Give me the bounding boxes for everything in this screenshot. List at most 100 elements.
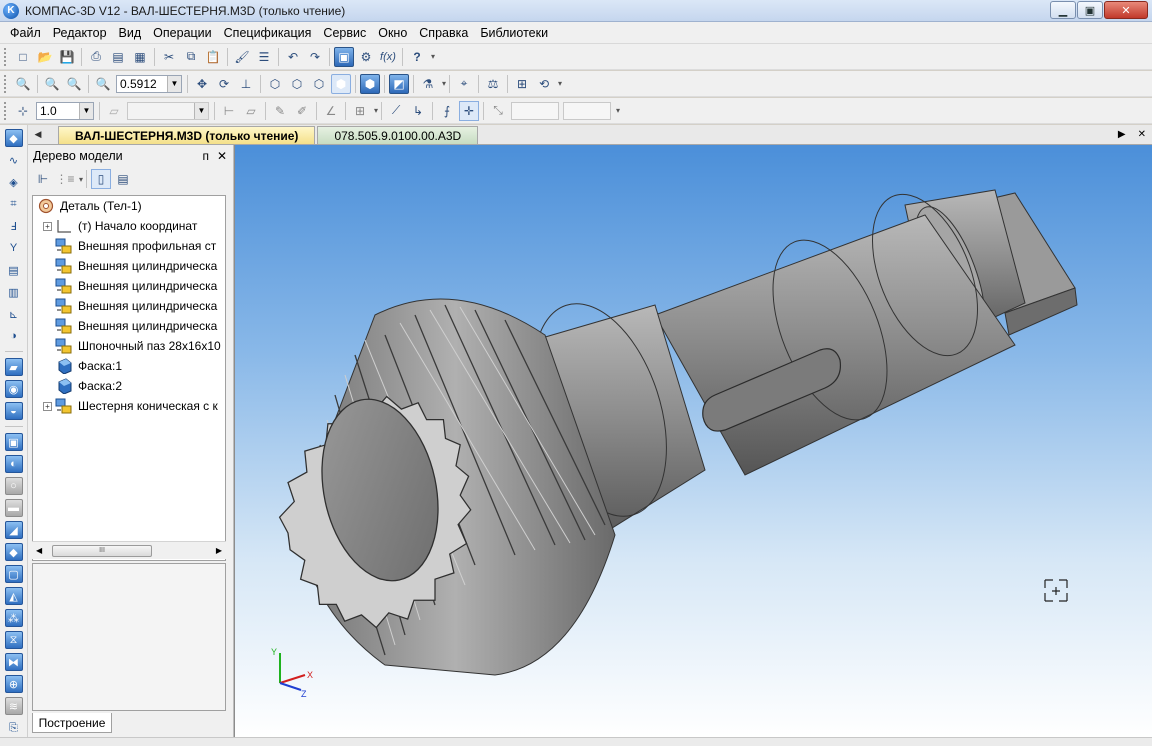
- split-icon[interactable]: ⧓: [4, 653, 23, 671]
- menu-specification[interactable]: Спецификация: [218, 26, 318, 40]
- cut-extrude-icon[interactable]: ◐: [4, 455, 23, 473]
- fillet-icon[interactable]: ◢: [4, 521, 23, 539]
- dimensions-icon[interactable]: Ⅎ: [5, 217, 23, 235]
- shaded-edges-icon[interactable]: ⬢: [360, 73, 380, 94]
- snaps-icon[interactable]: ✛: [459, 100, 480, 121]
- panel-close-icon[interactable]: ✕: [217, 149, 227, 163]
- filter-icon[interactable]: ⚗: [418, 74, 438, 94]
- toolbar-grip[interactable]: [4, 47, 8, 66]
- surfaces-icon[interactable]: ◈: [5, 173, 23, 191]
- print-preview-icon[interactable]: ▤: [108, 47, 128, 67]
- menu-file[interactable]: Файл: [4, 26, 47, 40]
- tree-item[interactable]: + (т) Начало координат: [33, 216, 225, 236]
- model-tree[interactable]: Деталь (Тел-1) + (т) Начало координат Внеш…: [32, 195, 226, 561]
- draft-icon[interactable]: ◭: [4, 587, 23, 605]
- menu-service[interactable]: Сервис: [317, 26, 372, 40]
- zoom-value-combo[interactable]: 0.5912 ▼: [116, 74, 182, 93]
- maximize-button[interactable]: ▣: [1077, 1, 1103, 19]
- format-painter-icon[interactable]: 🖌: [232, 47, 252, 67]
- context-help-icon[interactable]: ?: [407, 47, 427, 67]
- snap-icon[interactable]: ⟋: [386, 101, 406, 121]
- copy-objects-icon[interactable]: ⎘: [5, 719, 23, 737]
- specification-icon[interactable]: ▤: [5, 261, 23, 279]
- tree-structure-icon[interactable]: ⊩: [33, 169, 53, 189]
- wireframe-icon[interactable]: ⬡: [265, 74, 285, 94]
- chevron-down-icon[interactable]: ▾: [374, 106, 378, 115]
- tree-item[interactable]: Внешняя профильная ст: [33, 236, 225, 256]
- save-icon[interactable]: 💾: [57, 47, 77, 67]
- zoom-in-icon[interactable]: 🔍: [42, 74, 62, 94]
- rotate-icon[interactable]: ⟳: [214, 74, 234, 94]
- step-value-combo[interactable]: 1.0 ▼: [36, 101, 94, 120]
- toolbar-grip[interactable]: [4, 101, 8, 120]
- model-viewport[interactable]: Y X Z: [234, 145, 1152, 737]
- tree-mode-icon[interactable]: ⋮≡: [55, 169, 75, 189]
- open-file-icon[interactable]: 📂: [35, 47, 55, 67]
- tab-shaft-gear[interactable]: ВАЛ-ШЕСТЕРНЯ.M3D (только чтение): [58, 126, 316, 144]
- variables-icon[interactable]: ▣: [334, 46, 354, 67]
- zoom-window-icon[interactable]: 🔍: [13, 74, 33, 94]
- expand-icon[interactable]: +: [43, 221, 52, 231]
- measurement-icon[interactable]: ⊾: [5, 305, 23, 323]
- tree-horizontal-scrollbar[interactable]: ◀ III ▶: [32, 541, 226, 559]
- sheet-metal-icon[interactable]: ◑: [5, 327, 23, 345]
- thin-hidden-lines-icon[interactable]: ⬡: [309, 74, 329, 94]
- mirror-icon[interactable]: ⧖: [4, 631, 23, 649]
- pin-icon[interactable]: ᴨ: [202, 149, 209, 163]
- close-button[interactable]: ✕: [1104, 1, 1148, 19]
- shell-icon[interactable]: ▢: [4, 565, 23, 583]
- x-coordinate-field[interactable]: [511, 101, 560, 120]
- chamfer-tool-icon[interactable]: ◆: [4, 543, 23, 561]
- extrude-icon[interactable]: ▰: [4, 358, 23, 376]
- menu-libraries[interactable]: Библиотеки: [474, 26, 554, 40]
- orientation-icon[interactable]: ⊥: [236, 74, 256, 94]
- measure-icon[interactable]: ⌖: [454, 74, 474, 94]
- redo-icon[interactable]: ↷: [305, 47, 325, 67]
- aux-geometry-icon[interactable]: ⌗: [5, 195, 23, 213]
- scroll-right-icon[interactable]: ▶: [216, 546, 222, 555]
- menu-window[interactable]: Окно: [372, 26, 413, 40]
- boolean-icon[interactable]: ⊕: [4, 675, 23, 693]
- expand-icon[interactable]: +: [43, 401, 52, 411]
- attributes-icon[interactable]: ⊞: [512, 74, 532, 94]
- coordinates-icon[interactable]: ⤡: [488, 101, 508, 121]
- layer-combo[interactable]: ▼: [127, 101, 209, 120]
- rebuild-icon[interactable]: ⟲: [534, 74, 554, 94]
- pattern-icon[interactable]: ⁂: [4, 609, 23, 627]
- scroll-left-icon[interactable]: ◀: [36, 546, 42, 555]
- filter-objects-icon[interactable]: Y: [5, 239, 23, 257]
- sweep-icon[interactable]: ◒: [4, 402, 23, 420]
- list-icon[interactable]: ☰: [254, 47, 274, 67]
- sketch-icon[interactable]: ✎: [270, 101, 290, 121]
- hidden-lines-icon[interactable]: ⬡: [287, 74, 307, 94]
- tree-sort-icon[interactable]: ▤: [113, 169, 133, 189]
- tab-assembly[interactable]: 078.505.9.0100.00.A3D: [317, 126, 479, 144]
- toolbar-overflow-icon[interactable]: ▾: [431, 52, 435, 61]
- rib-icon[interactable]: ▬: [4, 499, 23, 517]
- copy-icon[interactable]: ⧉: [181, 47, 201, 67]
- menu-view[interactable]: Вид: [113, 26, 148, 40]
- tree-view-icon[interactable]: ▯: [91, 169, 112, 189]
- paste-icon[interactable]: 📋: [203, 47, 223, 67]
- tree-item[interactable]: Внешняя цилиндрическа: [33, 316, 225, 336]
- tabs-scroll-left-icon[interactable]: ◀: [28, 124, 48, 144]
- tree-item[interactable]: Внешняя цилиндрическа: [33, 296, 225, 316]
- chevron-down-icon[interactable]: ▼: [79, 102, 93, 119]
- loft-icon[interactable]: ▣: [4, 433, 23, 451]
- menu-editor[interactable]: Редактор: [47, 26, 113, 40]
- print-icon[interactable]: ⎙: [86, 47, 106, 67]
- toolbar-overflow-icon[interactable]: ▾: [558, 79, 562, 88]
- layer-icon[interactable]: ▱: [104, 101, 124, 121]
- undo-icon[interactable]: ↶: [283, 47, 303, 67]
- new-file-icon[interactable]: □: [13, 47, 33, 67]
- y-coordinate-field[interactable]: [563, 101, 612, 120]
- properties-icon[interactable]: ▦: [130, 47, 150, 67]
- parametric-icon[interactable]: ⨍: [437, 101, 457, 121]
- tree-root[interactable]: Деталь (Тел-1): [33, 196, 225, 216]
- hole-icon[interactable]: ○: [4, 477, 23, 495]
- perspective-icon[interactable]: ◩: [389, 73, 409, 94]
- pan-icon[interactable]: ✥: [192, 74, 212, 94]
- chevron-down-icon[interactable]: ▾: [79, 175, 83, 184]
- chevron-down-icon[interactable]: ▼: [167, 75, 181, 92]
- zoom-scale-icon[interactable]: 🔍: [93, 74, 113, 94]
